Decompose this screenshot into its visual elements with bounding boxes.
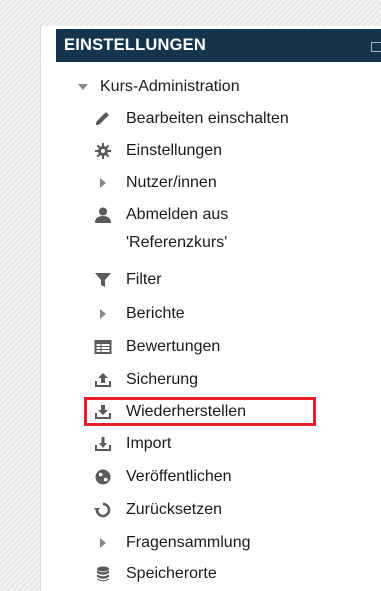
settings-block-title: EINSTELLUNGEN	[64, 36, 206, 54]
filter-icon	[95, 273, 111, 287]
menu-item-label: Abmelden aus	[126, 206, 229, 223]
import-icon	[95, 437, 111, 451]
menu-item-label: Sicherung	[126, 371, 199, 388]
menu-item-zuruecksetzen[interactable]: Zurücksetzen	[94, 497, 294, 523]
menu-item-speicherorte[interactable]: Speicherorte	[94, 561, 294, 587]
expand-arrow-icon	[100, 538, 106, 548]
menu-item-label: Veröffentlichen	[126, 468, 232, 485]
highlight-box	[84, 397, 316, 426]
menu-item-bewertungen[interactable]: Bewertungen	[94, 334, 294, 360]
gear-icon	[95, 143, 111, 159]
menu-item-einstellungen[interactable]: Einstellungen	[94, 138, 294, 164]
menu-item-label: Einstellungen	[126, 142, 223, 159]
menu-item-abmelden[interactable]: Abmelden aus 'Referenzkurs'	[94, 202, 294, 254]
reset-icon	[94, 502, 111, 518]
tree-node-nutzer-innen[interactable]: Nutzer/innen	[94, 170, 294, 196]
menu-item-veroeffentlichen[interactable]: Veröffentlichen	[94, 464, 294, 490]
tree-node-label: Nutzer/innen	[126, 174, 217, 191]
database-icon	[97, 566, 109, 582]
menu-item-label: Import	[126, 435, 172, 452]
tree-node-label: Fragensammlung	[126, 534, 251, 551]
pencil-icon	[96, 112, 109, 125]
menu-item-label: Bewertungen	[126, 338, 221, 355]
tree-node-berichte[interactable]: Berichte	[94, 301, 294, 327]
expand-arrow-icon	[100, 178, 106, 188]
collapse-arrow-icon	[78, 84, 88, 90]
menu-item-bearbeiten-einschalten[interactable]: Bearbeiten einschalten	[94, 106, 344, 132]
page-background-top	[0, 0, 381, 26]
grades-table-icon	[94, 340, 112, 354]
globe-icon	[95, 469, 111, 485]
menu-item-label: Zurücksetzen	[126, 501, 223, 518]
menu-item-label-line2: 'Referenzkurs'	[126, 234, 228, 251]
menu-item-import[interactable]: Import	[94, 431, 294, 457]
settings-block-header: EINSTELLUNGEN	[56, 29, 381, 62]
expand-arrow-icon	[100, 309, 106, 319]
menu-item-filter[interactable]: Filter	[94, 267, 294, 293]
user-icon	[95, 207, 111, 223]
tree-node-label: Kurs-Administration	[100, 78, 240, 95]
dock-block-icon[interactable]	[371, 42, 381, 52]
menu-item-label: Speicherorte	[126, 565, 217, 582]
page-background	[0, 0, 40, 591]
tree-node-kurs-administration[interactable]: Kurs-Administration	[78, 74, 318, 100]
tree-node-fragensammlung[interactable]: Fragensammlung	[94, 530, 314, 556]
tree-node-label: Berichte	[126, 305, 185, 322]
menu-item-label: Filter	[126, 271, 162, 288]
menu-item-sicherung[interactable]: Sicherung	[94, 367, 294, 393]
backup-upload-icon	[95, 373, 111, 387]
menu-item-label: Bearbeiten einschalten	[126, 110, 289, 127]
